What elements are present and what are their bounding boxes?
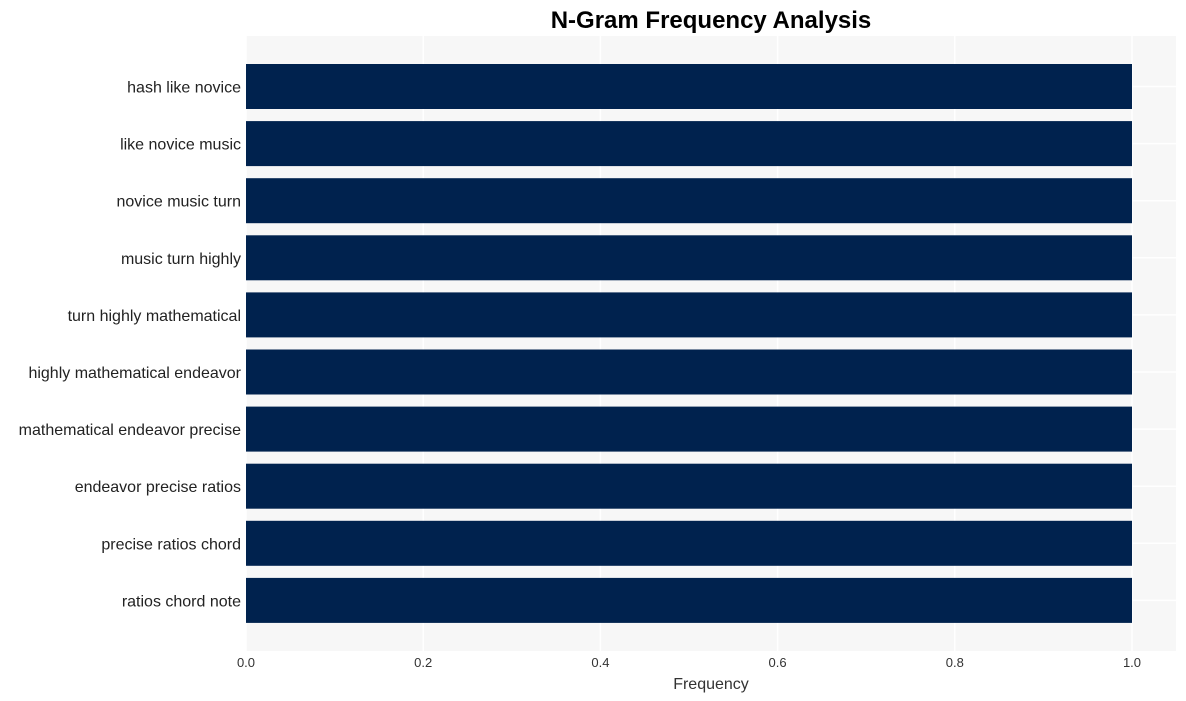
y-tick-label: like novice music [120,137,241,154]
y-tick-label: turn highly mathematical [68,308,241,325]
x-tick-label: 0.6 [769,655,787,670]
bar [246,178,1132,224]
y-tick-label: endeavor precise ratios [75,479,241,496]
bar [246,406,1132,452]
x-tick-label: 1.0 [1123,655,1141,670]
bar [246,577,1132,623]
bar [246,349,1132,395]
bar [246,463,1132,509]
x-tick-label: 0.8 [946,655,964,670]
bar [246,520,1132,566]
bar [246,235,1132,281]
bar [246,292,1132,338]
chart-title: N-Gram Frequency Analysis [551,7,872,34]
y-tick-label: highly mathematical endeavor [28,365,241,382]
x-tick-label: 0.4 [591,655,609,670]
chart: hash like novice like novice music novice … [19,7,1176,693]
y-tick-label: ratios chord note [122,593,241,610]
y-tick-label: mathematical endeavor precise [19,422,241,439]
x-tick-label: 0.2 [414,655,432,670]
x-axis-label: Frequency [673,676,749,693]
x-tick-label: 0.0 [237,655,255,670]
y-tick-label: music turn highly [121,251,241,268]
bar [246,121,1132,167]
y-tick-label: hash like novice [127,80,241,97]
y-tick-labels: hash like novice like novice music novice … [19,80,242,611]
x-tick-labels: 0.0 0.2 0.4 0.6 0.8 1.0 [237,655,1141,670]
y-tick-label: novice music turn [117,194,242,211]
bar [246,64,1132,109]
y-tick-label: precise ratios chord [101,536,241,553]
